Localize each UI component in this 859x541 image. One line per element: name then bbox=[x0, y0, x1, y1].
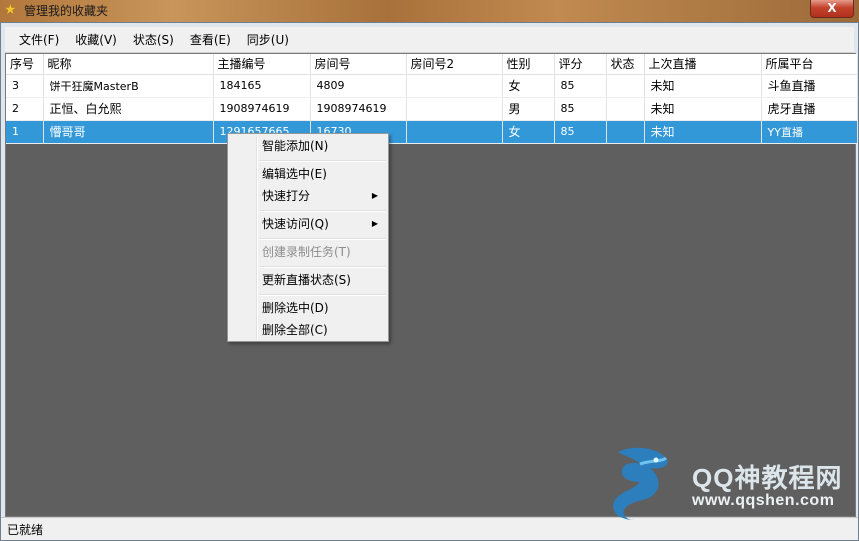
column-header-gender[interactable]: 性别 bbox=[502, 54, 555, 75]
cell-score: 85 bbox=[554, 97, 607, 121]
table-row[interactable]: 3 饼干狂魔MasterB 184165 4809 女 85 未知 斗鱼直播 bbox=[6, 74, 858, 98]
cell-platform: 斗鱼直播 bbox=[761, 74, 858, 98]
menu-favorites[interactable]: 收藏(V) bbox=[67, 30, 125, 50]
menu-item-create-record-task: 创建录制任务(T) bbox=[262, 245, 351, 259]
cell-seq: 3 bbox=[6, 74, 44, 98]
cell-room2 bbox=[406, 120, 503, 144]
column-header-last-live[interactable]: 上次直播 bbox=[644, 54, 762, 75]
cell-platform: YY直播 bbox=[761, 120, 858, 144]
column-header-seq[interactable]: 序号 bbox=[6, 54, 44, 75]
menu-file[interactable]: 文件(F) bbox=[11, 30, 67, 50]
table-row[interactable]: 2 正恒、白允熙 1908974619 1908974619 男 85 未知 虎… bbox=[6, 97, 858, 121]
submenu-arrow-icon: ▶ bbox=[371, 219, 378, 228]
menu-item-quick-rate-label: 快速打分 bbox=[262, 189, 311, 203]
cell-gender: 男 bbox=[502, 97, 555, 121]
menu-item-quick-access[interactable]: 快速访问(Q) ▶ bbox=[230, 214, 386, 234]
menu-separator bbox=[259, 266, 386, 268]
table-row-selected[interactable]: 1 懵哥哥 1291657665 16730 女 85 未知 YY直播 bbox=[6, 120, 858, 144]
window-title: 管理我的收藏夹 bbox=[24, 4, 109, 18]
menu-status[interactable]: 状态(S) bbox=[125, 30, 182, 50]
menu-view[interactable]: 查看(E) bbox=[182, 30, 239, 50]
cell-room: 4809 bbox=[310, 74, 407, 98]
close-button[interactable]: X bbox=[810, 0, 854, 18]
cell-host-id: 1908974619 bbox=[213, 97, 311, 121]
cell-nickname: 饼干狂魔MasterB bbox=[43, 74, 214, 98]
menu-item-quick-rate[interactable]: 快速打分 ▶ bbox=[230, 186, 386, 206]
cell-last-live: 未知 bbox=[644, 120, 762, 144]
menu-item-smart-add[interactable]: 智能添加(N) bbox=[230, 136, 386, 156]
column-header-host-id[interactable]: 主播编号 bbox=[213, 54, 311, 75]
column-header-room[interactable]: 房间号 bbox=[310, 54, 407, 75]
cell-seq: 2 bbox=[6, 97, 44, 121]
cell-last-live: 未知 bbox=[644, 97, 762, 121]
menu-item-delete-selected[interactable]: 删除选中(D) bbox=[230, 298, 386, 318]
menu-item-update-live-status[interactable]: 更新直播状态(S) bbox=[230, 270, 386, 290]
cell-status bbox=[606, 97, 645, 121]
cell-score: 85 bbox=[554, 120, 607, 144]
cell-seq: 1 bbox=[6, 120, 44, 144]
cell-room: 1908974619 bbox=[310, 97, 407, 121]
cell-platform: 虎牙直播 bbox=[761, 97, 858, 121]
column-header-room2[interactable]: 房间号2 bbox=[406, 54, 503, 75]
menu-item-delete-all[interactable]: 删除全部(C) bbox=[230, 320, 386, 340]
context-menu: 智能添加(N) 编辑选中(E) 快速打分 ▶ 快速访问(Q) ▶ 创建录制任务(… bbox=[227, 133, 389, 342]
table-header-row: 序号 昵称 主播编号 房间号 房间号2 性别 评分 状态 上次直播 所属平台 bbox=[6, 54, 858, 75]
cell-gender: 女 bbox=[502, 74, 555, 98]
cell-nickname: 懵哥哥 bbox=[43, 120, 214, 144]
menu-bar: 文件(F) 收藏(V) 状态(S) 查看(E) 同步(U) bbox=[5, 27, 854, 53]
cell-score: 85 bbox=[554, 74, 607, 98]
cell-status bbox=[606, 120, 645, 144]
dragon-logo-icon bbox=[613, 447, 668, 520]
menu-separator bbox=[259, 238, 386, 240]
menu-separator bbox=[259, 294, 386, 296]
watermark: QQ神教程网 www.qqshen.com bbox=[600, 440, 850, 525]
cell-room2 bbox=[406, 74, 503, 98]
favorites-table: 序号 昵称 主播编号 房间号 房间号2 性别 评分 状态 上次直播 所属平台 3… bbox=[6, 54, 858, 144]
column-header-status[interactable]: 状态 bbox=[606, 54, 645, 75]
cell-last-live: 未知 bbox=[644, 74, 762, 98]
watermark-url: www.qqshen.com bbox=[692, 492, 835, 509]
favorites-star-icon: ★ bbox=[4, 2, 17, 18]
cell-room2 bbox=[406, 97, 503, 121]
submenu-arrow-icon: ▶ bbox=[371, 191, 378, 200]
menu-separator bbox=[259, 210, 386, 212]
watermark-title: QQ神教程网 bbox=[692, 463, 843, 493]
title-bar: ★ 管理我的收藏夹 X bbox=[0, 0, 859, 22]
menu-separator bbox=[259, 160, 386, 162]
menu-item-edit-selected[interactable]: 编辑选中(E) bbox=[230, 164, 386, 184]
column-header-score[interactable]: 评分 bbox=[554, 54, 607, 75]
cell-gender: 女 bbox=[502, 120, 555, 144]
column-header-platform[interactable]: 所属平台 bbox=[761, 54, 858, 75]
menu-sync[interactable]: 同步(U) bbox=[239, 30, 297, 50]
cell-host-id: 184165 bbox=[213, 74, 311, 98]
status-text: 已就绪 bbox=[7, 523, 44, 537]
menu-item-quick-access-label: 快速访问(Q) bbox=[262, 217, 329, 231]
cell-nickname: 正恒、白允熙 bbox=[43, 97, 214, 121]
column-header-nickname[interactable]: 昵称 bbox=[43, 54, 214, 75]
cell-status bbox=[606, 74, 645, 98]
